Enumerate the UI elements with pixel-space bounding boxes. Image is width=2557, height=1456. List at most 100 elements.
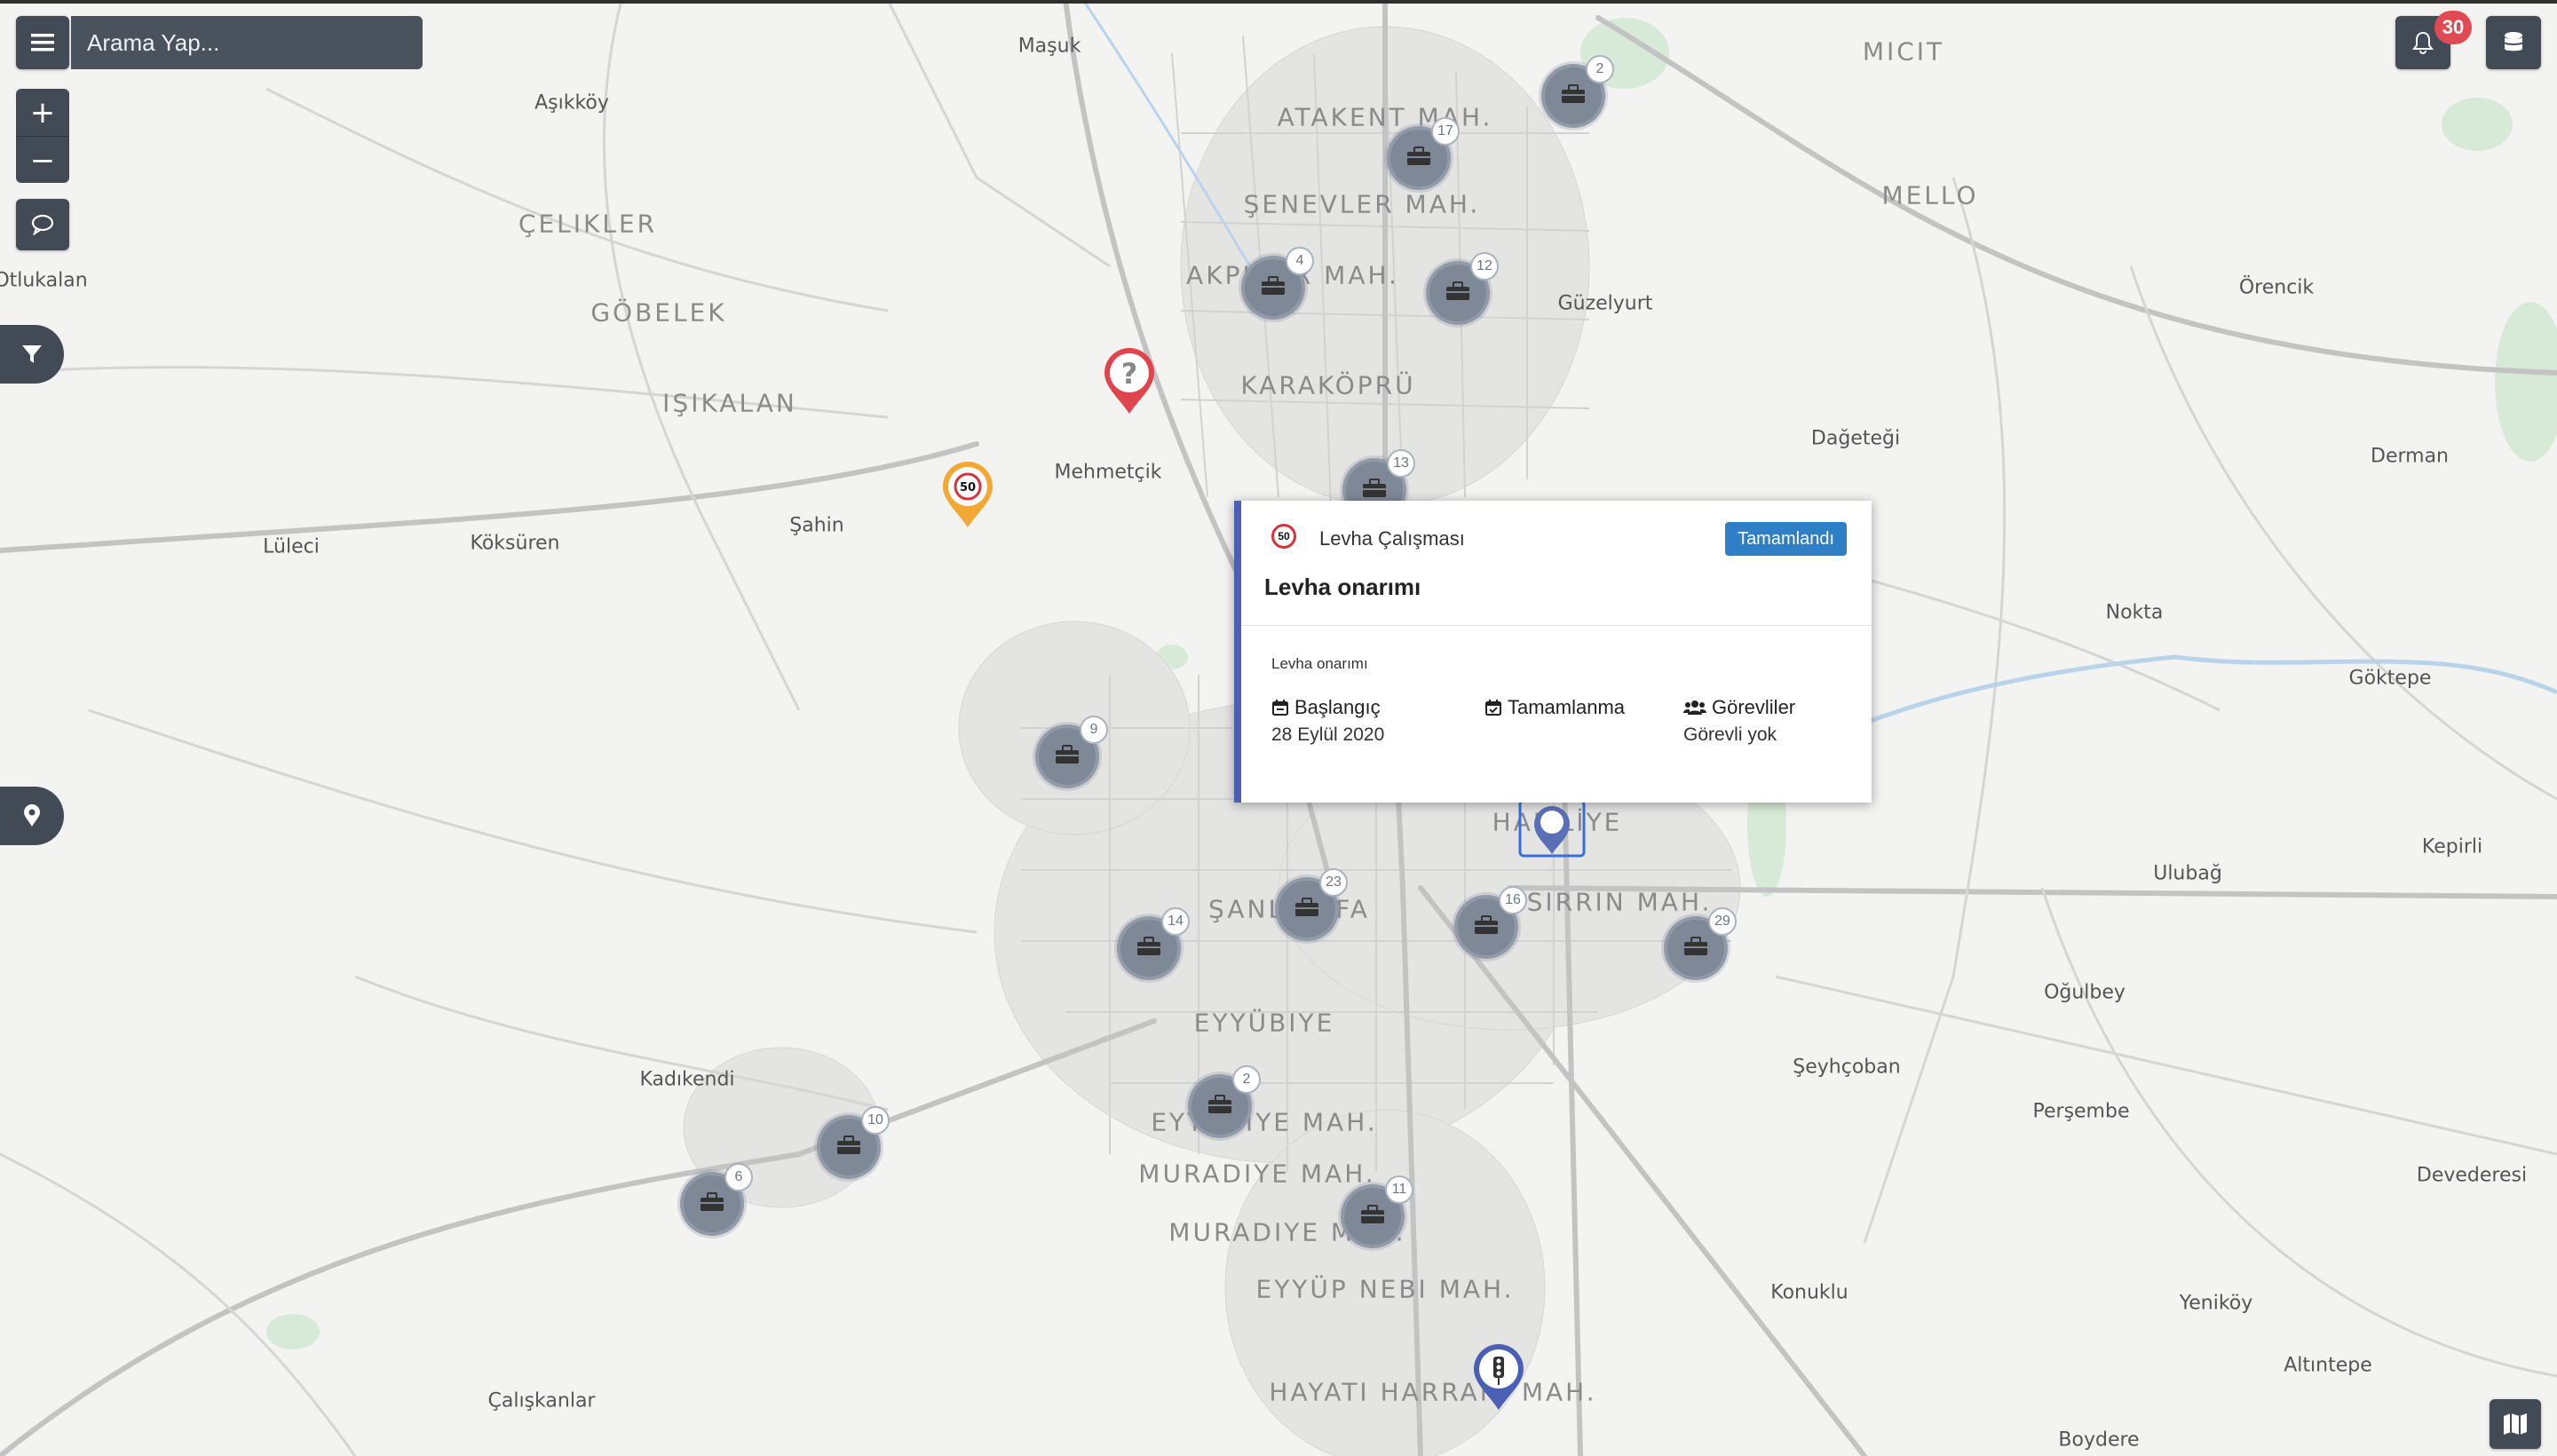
start-label: Başlangıç xyxy=(1294,696,1381,718)
cluster-count: 14 xyxy=(1161,907,1190,936)
cluster-marker[interactable]: 16 xyxy=(1454,886,1527,959)
location-button[interactable] xyxy=(0,787,64,845)
cluster-marker[interactable]: 10 xyxy=(817,1106,890,1179)
map-label: IŞIKALAN xyxy=(662,388,797,418)
traffic-light-pin-marker[interactable] xyxy=(1470,1342,1527,1413)
map-label: ŞENEVLER MAH. xyxy=(1243,189,1481,219)
comment-icon xyxy=(31,214,54,235)
map-label: Perşembe xyxy=(2032,1100,2130,1123)
question-pin-marker[interactable]: ? xyxy=(1101,346,1158,417)
map-label: Lüleci xyxy=(263,535,320,558)
start-date-field: Başlangıç 28 Eylül 2020 xyxy=(1271,696,1384,746)
map-label: ÇELIKLER xyxy=(518,209,658,239)
map-label: Güzelyurt xyxy=(1557,292,1653,315)
speed-sign-pin-marker[interactable]: 50 xyxy=(939,460,996,531)
zoom-control: + − xyxy=(16,89,69,183)
menu-button[interactable] xyxy=(16,16,69,69)
cluster-count: 6 xyxy=(724,1163,753,1191)
cluster-marker[interactable]: 2 xyxy=(1541,55,1614,128)
cluster-count: 2 xyxy=(1586,55,1614,83)
cluster-marker[interactable]: 29 xyxy=(1664,907,1737,980)
speed-limit-value: 50 xyxy=(960,481,976,495)
map-label: Derman xyxy=(2371,445,2449,468)
map-label: Dağeteği xyxy=(1810,427,1901,450)
bell-icon xyxy=(2412,31,2434,54)
status-badge: Tamamlandı xyxy=(1725,522,1847,556)
map-label: EYYÜP NEBI MAH. xyxy=(1255,1274,1515,1304)
cluster-count: 11 xyxy=(1385,1175,1413,1204)
map-label: Ulubağ xyxy=(2153,862,2222,885)
map-marker-icon xyxy=(24,804,40,827)
map-label: EYYÜBIYE xyxy=(1193,1008,1335,1038)
database-icon xyxy=(2505,32,2522,51)
cluster-marker[interactable]: 4 xyxy=(1241,247,1314,320)
cluster-count: 12 xyxy=(1470,252,1499,281)
popup-category: Levha Çalışması xyxy=(1319,527,1465,550)
users-icon xyxy=(1683,700,1706,715)
toolbox-icon xyxy=(1054,744,1081,770)
map-label: Nokta xyxy=(2105,601,2164,624)
popup-title: Levha onarımı xyxy=(1264,574,1421,600)
cluster-marker[interactable]: 23 xyxy=(1275,868,1348,941)
map-label: Şahin xyxy=(789,514,844,537)
cluster-count: 17 xyxy=(1431,117,1460,146)
layers-button[interactable] xyxy=(2486,16,2541,69)
map-label: Oğulbey xyxy=(2044,981,2126,1004)
completion-date-field: Tamamlanma xyxy=(1484,696,1625,724)
map-label: KARAKÖPRÜ xyxy=(1240,370,1416,400)
map-label: Örencik xyxy=(2238,276,2315,299)
map-label: Konuklu xyxy=(1770,1281,1848,1304)
cluster-count: 10 xyxy=(861,1106,890,1135)
cluster-marker[interactable]: 12 xyxy=(1426,252,1499,325)
map-label: Maşuk xyxy=(1017,35,1081,58)
start-value: 28 Eylül 2020 xyxy=(1271,724,1385,745)
map-view-button[interactable] xyxy=(2490,1399,2541,1449)
map-label: Otlukalan xyxy=(0,269,88,292)
speed-limit-icon: 50 xyxy=(1271,524,1296,549)
map-label: SIRRIN MAH. xyxy=(1526,887,1713,917)
cluster-count: 2 xyxy=(1232,1065,1261,1094)
map-label: GÖBELEK xyxy=(590,297,727,328)
question-icon: ? xyxy=(1121,357,1138,391)
map-label: Kadıkendi xyxy=(639,1068,735,1091)
map-label: Yeniköy xyxy=(2179,1292,2253,1315)
selected-pin-marker[interactable] xyxy=(1518,799,1586,858)
toolbox-icon xyxy=(699,1191,725,1217)
toolbox-icon xyxy=(1361,478,1388,503)
cluster-marker[interactable]: 11 xyxy=(1341,1175,1413,1248)
map-label: Boydere xyxy=(2058,1428,2140,1452)
search-input[interactable] xyxy=(71,16,423,69)
popup-divider xyxy=(1241,625,1872,626)
filter-button[interactable] xyxy=(0,325,64,384)
map-label: Çalışkanlar xyxy=(487,1389,596,1412)
comment-button[interactable] xyxy=(16,199,69,250)
info-popup: 50 Levha Çalışması Tamamlandı Levha onar… xyxy=(1234,501,1872,803)
cluster-marker[interactable]: 14 xyxy=(1117,907,1190,980)
map-label: ATAKENT MAH. xyxy=(1277,102,1493,132)
calendar-check-icon xyxy=(1485,700,1501,716)
speed-limit-value: 50 xyxy=(1278,530,1290,542)
zoom-out-button[interactable]: − xyxy=(16,136,69,183)
toolbox-icon xyxy=(1207,1094,1233,1120)
zoom-in-button[interactable]: + xyxy=(16,89,69,136)
map-label: Köksüren xyxy=(470,532,560,555)
toolbox-icon xyxy=(1359,1204,1386,1230)
map-label: Devederesi xyxy=(2416,1164,2528,1187)
map-label: MELLO xyxy=(1881,180,1979,210)
minus-icon: − xyxy=(29,142,56,178)
cluster-count: 4 xyxy=(1286,247,1314,275)
top-border xyxy=(0,0,2557,4)
cluster-marker[interactable]: 6 xyxy=(680,1163,753,1236)
map-label: Mehmetçik xyxy=(1054,461,1162,484)
map-label: Şeyhçoban xyxy=(1793,1056,1901,1079)
cluster-count: 16 xyxy=(1499,886,1527,914)
map-label: Kepirli xyxy=(2421,835,2483,859)
cluster-marker[interactable]: 9 xyxy=(1035,716,1108,788)
cluster-count: 9 xyxy=(1080,716,1108,744)
cluster-marker[interactable]: 2 xyxy=(1188,1065,1261,1138)
map-label: EYYÜBIYE MAH. xyxy=(1151,1107,1378,1137)
calendar-icon xyxy=(1272,700,1288,716)
cluster-count: 23 xyxy=(1319,868,1348,897)
toolbox-icon xyxy=(1560,83,1587,109)
cluster-marker[interactable]: 17 xyxy=(1387,117,1460,190)
